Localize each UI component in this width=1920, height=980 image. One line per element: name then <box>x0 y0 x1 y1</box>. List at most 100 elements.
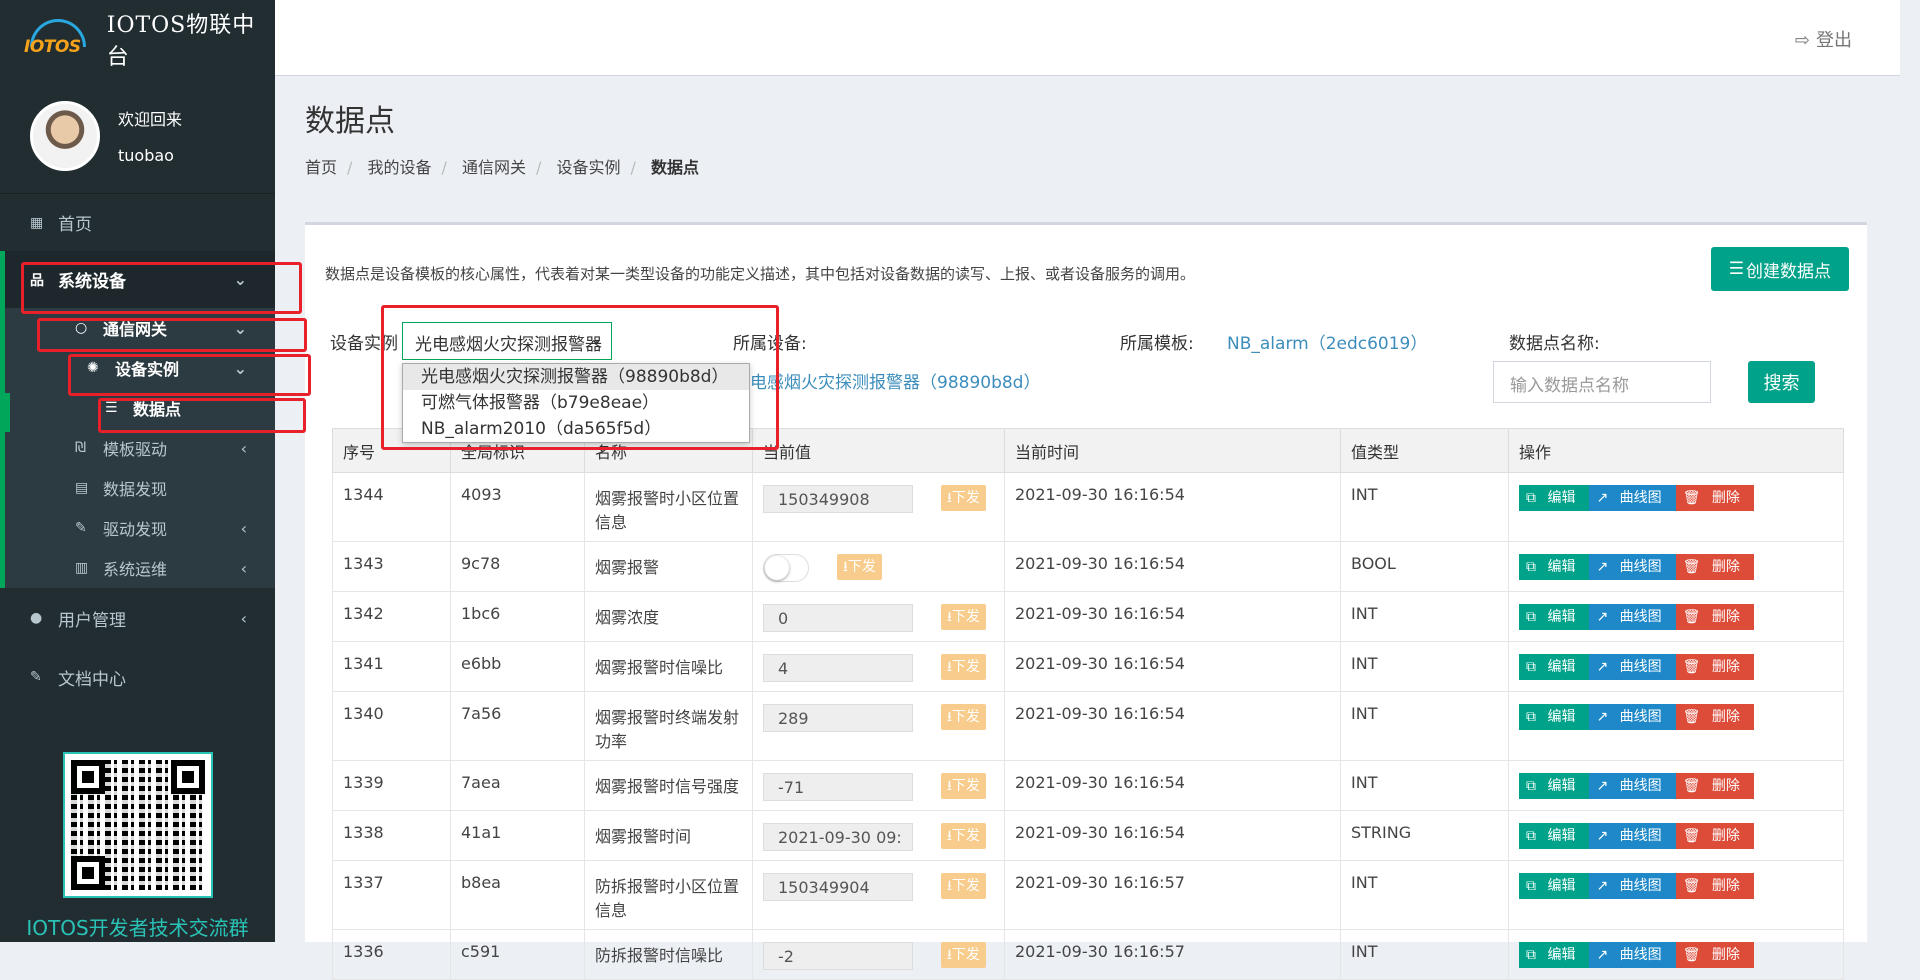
edit-button[interactable]: ⧉ 编辑 <box>1519 704 1590 730</box>
value-input[interactable]: 0 <box>763 604 913 632</box>
cell-id: 1344 <box>332 472 451 542</box>
breadcrumb-my-devices[interactable]: 我的设备 <box>368 158 432 177</box>
delete-button[interactable]: 🗑 删除 <box>1675 604 1754 630</box>
sidebar-item-template-driver[interactable]: ₪ 模板驱动 ‹ <box>5 428 275 468</box>
breadcrumb-home[interactable]: 首页 <box>305 158 337 177</box>
cell-value: 4 ⭳下发 <box>752 641 1005 692</box>
page-title: 数据点 <box>305 104 395 139</box>
template-link[interactable]: NB_alarm（2edc6019） <box>1227 329 1427 354</box>
value-input[interactable]: -2 <box>763 942 913 970</box>
cell-key: 4093 <box>450 472 585 542</box>
edit-button[interactable]: ⧉ 编辑 <box>1519 873 1590 899</box>
curve-button[interactable]: ↗ 曲线图 <box>1589 942 1676 968</box>
delete-button[interactable]: 🗑 删除 <box>1675 873 1754 899</box>
curve-button[interactable]: ↗ 曲线图 <box>1589 823 1676 849</box>
edit-button[interactable]: ⧉ 编辑 <box>1519 773 1590 799</box>
device-link[interactable]: 光电感烟火灾探测报警器（98890b8d） <box>733 368 1040 393</box>
delete-button[interactable]: 🗑 删除 <box>1675 942 1754 968</box>
brand[interactable]: IOTOS IOTOS物联中台 <box>0 0 275 78</box>
edit-button[interactable]: ⧉ 编辑 <box>1519 485 1590 511</box>
delete-button[interactable]: 🗑 删除 <box>1675 485 1754 511</box>
cell-id: 1343 <box>332 541 451 592</box>
cell-ops: ⧉ 编辑 ↗ 曲线图 🗑 删除 <box>1508 591 1844 642</box>
delete-button[interactable]: 🗑 删除 <box>1675 554 1754 580</box>
edit-button[interactable]: ⧉ 编辑 <box>1519 942 1590 968</box>
curve-button[interactable]: ↗ 曲线图 <box>1589 704 1676 730</box>
cell-id: 1338 <box>332 810 451 861</box>
send-button[interactable]: ⭳下发 <box>941 773 986 799</box>
cell-value: 289 ⭳下发 <box>752 691 1005 761</box>
cell-key: 1bc6 <box>450 591 585 642</box>
table-row: 1340 7a56 烟雾报警时终端发射功率 289 ⭳下发 2021-09-30 16:1… <box>332 691 1844 761</box>
sign-out-icon: ⇨ <box>1794 30 1810 51</box>
curve-button[interactable]: ↗ 曲线图 <box>1589 485 1676 511</box>
cell-id: 1342 <box>332 591 451 642</box>
user-icon: ● <box>30 610 43 626</box>
send-button[interactable]: ⭳下发 <box>837 554 882 580</box>
send-button[interactable]: ⭳下发 <box>941 704 986 730</box>
value-input[interactable]: 289 <box>763 704 913 732</box>
send-button[interactable]: ⭳下发 <box>941 485 986 511</box>
sidebar-item-system-ops[interactable]: ▥ 系统运维 ‹ <box>5 548 275 588</box>
curve-button[interactable]: ↗ 曲线图 <box>1589 554 1676 580</box>
chevron-left-icon: ‹ <box>240 558 247 578</box>
send-button[interactable]: ⭳下发 <box>941 873 986 899</box>
delete-button[interactable]: 🗑 删除 <box>1675 654 1754 680</box>
breadcrumb-device-instance[interactable]: 设备实例 <box>557 158 621 177</box>
col-value[interactable]: 当前值 <box>752 428 1005 473</box>
cell-type: INT <box>1340 641 1509 692</box>
col-time[interactable]: 当前时间 <box>1004 428 1341 473</box>
breadcrumb-gateway[interactable]: 通信网关 <box>462 158 526 177</box>
edit-button[interactable]: ⧉ 编辑 <box>1519 654 1590 680</box>
cell-value: -2 ⭳下发 <box>752 929 1005 980</box>
delete-button[interactable]: 🗑 删除 <box>1675 823 1754 849</box>
value-input[interactable]: 2021-09-30 09: <box>763 823 913 851</box>
col-type[interactable]: 值类型 <box>1340 428 1509 473</box>
sidebar-item-user-mgmt[interactable]: ● 用户管理 ‹ <box>0 588 275 648</box>
sidebar-item-data-discovery[interactable]: ▤ 数据发现 <box>5 468 275 508</box>
value-input[interactable]: 150349904 <box>763 873 913 901</box>
send-button[interactable]: ⭳下发 <box>941 942 986 968</box>
curve-button[interactable]: ↗ 曲线图 <box>1589 873 1676 899</box>
sidebar-item-label: 模板驱动 <box>103 440 168 459</box>
cell-ops: ⧉ 编辑 ↗ 曲线图 🗑 删除 <box>1508 760 1844 811</box>
curve-button[interactable]: ↗ 曲线图 <box>1589 773 1676 799</box>
sidebar-menu-lower: ● 用户管理 ‹ ✎ 文档中心 <box>0 588 275 706</box>
value-input[interactable]: 150349908 <box>763 485 913 513</box>
edit-button[interactable]: ⧉ 编辑 <box>1519 823 1590 849</box>
database-icon: ☰ <box>1728 259 1744 279</box>
bool-toggle[interactable] <box>763 554 809 582</box>
edit-button[interactable]: ⧉ 编辑 <box>1519 604 1590 630</box>
point-name-input[interactable]: 输入数据点名称 <box>1493 361 1711 403</box>
curve-button[interactable]: ↗ 曲线图 <box>1589 654 1676 680</box>
curve-button[interactable]: ↗ 曲线图 <box>1589 604 1676 630</box>
sidebar-item-label: 数据发现 <box>103 480 168 499</box>
send-button[interactable]: ⭳下发 <box>941 604 986 630</box>
create-data-point-button[interactable]: ☰ 创建数据点 <box>1710 247 1849 291</box>
brand-name: IOTOS物联中台 <box>106 13 256 70</box>
logout-button[interactable]: ⇨ 登出 <box>1795 26 1852 52</box>
bar-chart-icon: ▥ <box>75 560 89 576</box>
cell-key: c591 <box>450 929 585 980</box>
send-button[interactable]: ⭳下发 <box>941 654 986 680</box>
send-button[interactable]: ⭳下发 <box>941 823 986 849</box>
col-ops: 操作 <box>1508 428 1844 473</box>
sidebar-item-home[interactable]: ▦ 首页 <box>0 194 275 251</box>
cell-time: 2021-09-30 16:16:54 <box>1004 691 1341 761</box>
value-input[interactable]: -71 <box>763 773 913 801</box>
cell-type: INT <box>1340 591 1509 642</box>
cell-ops: ⧉ 编辑 ↗ 曲线图 🗑 删除 <box>1508 810 1844 861</box>
qr-caption: IOTOS开发者技术交流群 <box>26 916 249 940</box>
delete-button[interactable]: 🗑 删除 <box>1675 704 1754 730</box>
edit-button[interactable]: ⧉ 编辑 <box>1519 554 1590 580</box>
sidebar-item-docs[interactable]: ✎ 文档中心 <box>0 648 275 706</box>
value-input[interactable]: 4 <box>763 654 913 682</box>
cell-time: 2021-09-30 16:16:54 <box>1004 641 1341 692</box>
table-icon: ▤ <box>75 480 89 496</box>
delete-button[interactable]: 🗑 删除 <box>1675 773 1754 799</box>
table-row: 1344 4093 烟雾报警时小区位置信息 150349908 ⭳下发 2021-09-3… <box>332 472 1844 542</box>
sidebar-item-driver-discovery[interactable]: ✎ 驱动发现 ‹ <box>5 508 275 548</box>
cell-name: 烟雾报警时信噪比 <box>584 641 753 692</box>
search-button[interactable]: 搜索 <box>1748 361 1815 403</box>
content-header: 数据点 首页 / 我的设备 / 通信网关 / 设备实例 / 数据点 <box>305 96 699 178</box>
